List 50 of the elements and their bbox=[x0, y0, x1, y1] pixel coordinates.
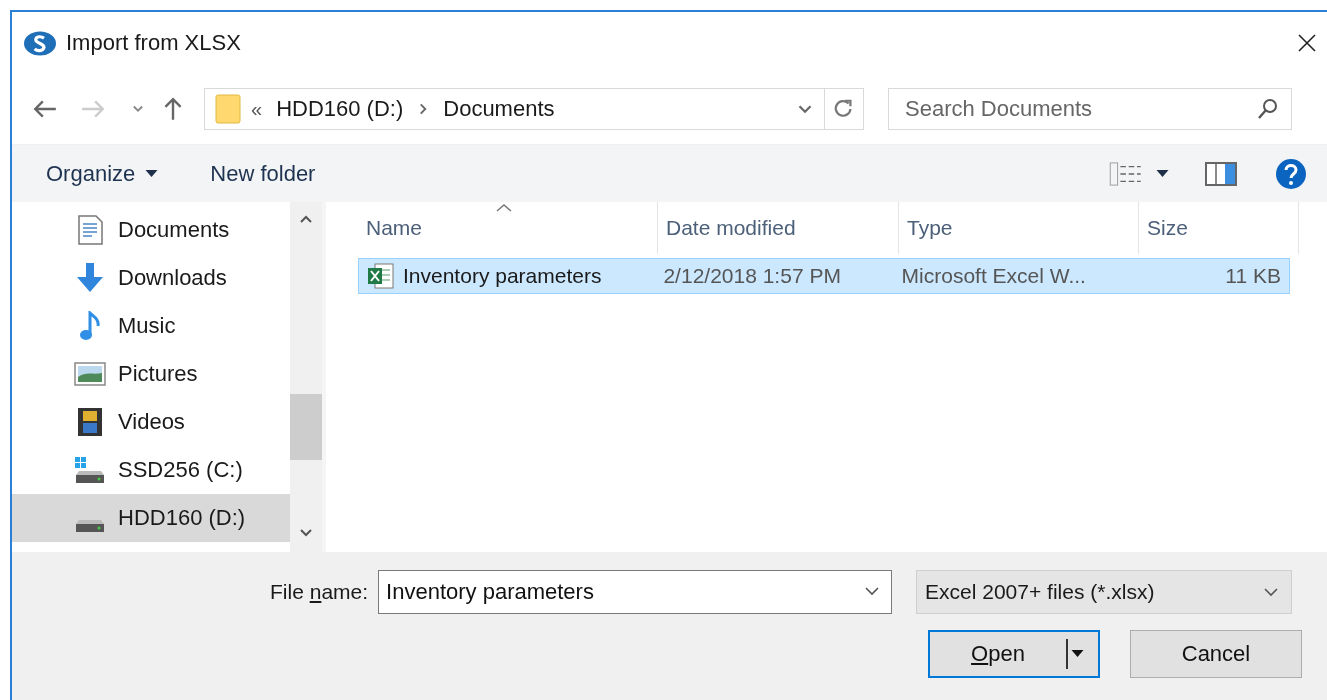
breadcrumb[interactable]: HDD160 (D:) bbox=[276, 96, 404, 122]
column-header[interactable]: Date modified bbox=[658, 202, 899, 254]
sidebar-item[interactable]: Pictures bbox=[12, 350, 290, 398]
search-icon[interactable] bbox=[1256, 97, 1280, 121]
sort-caret-icon bbox=[496, 204, 512, 212]
file-type-dropdown[interactable]: Excel 2007+ files (*.xlsx) bbox=[916, 570, 1293, 614]
breadcrumb[interactable]: Documents bbox=[443, 96, 555, 122]
date-cell-text: 2/12/2018 1:57 PM bbox=[662, 264, 842, 288]
overflow-chevron[interactable]: « bbox=[251, 97, 263, 121]
file-name-label: File name: bbox=[270, 580, 369, 604]
scroll-down-icon[interactable] bbox=[299, 528, 313, 538]
sidebar-item[interactable]: Documents bbox=[12, 206, 290, 254]
type-cell-text: Microsoft Excel W... bbox=[900, 264, 1087, 288]
column-header[interactable]: Type bbox=[899, 202, 1139, 254]
sidebar-item[interactable]: Music bbox=[12, 302, 290, 350]
drive-icon bbox=[74, 455, 106, 485]
cancel-button[interactable]: Cancel bbox=[1130, 630, 1302, 678]
scrollbar[interactable] bbox=[290, 202, 322, 552]
spreadsheet-icon bbox=[367, 262, 395, 290]
organize-menu-button[interactable]: Organize bbox=[36, 152, 169, 195]
down-arrow-icon bbox=[74, 263, 106, 293]
close-icon[interactable] bbox=[1297, 33, 1317, 53]
file-row[interactable]: Inventory parameters 2/12/2018 1:57 PM Microsoft Excel W... 11 KB bbox=[358, 258, 1290, 294]
file-name-field[interactable]: Inventory parameters bbox=[378, 570, 893, 614]
column-header[interactable]: Size bbox=[1139, 202, 1299, 254]
app-logo-icon bbox=[24, 29, 56, 57]
sidebar-item[interactable]: Downloads bbox=[12, 254, 290, 302]
open-button[interactable]: Open bbox=[928, 630, 1100, 678]
help-icon[interactable] bbox=[1275, 157, 1307, 190]
sidebar-item[interactable]: SSD256 (C:) bbox=[12, 446, 290, 494]
caret-icon[interactable] bbox=[1071, 650, 1084, 658]
caret-icon[interactable] bbox=[1156, 169, 1169, 178]
scroll-up-icon[interactable] bbox=[299, 214, 313, 224]
caret-icon bbox=[145, 169, 159, 178]
new-folder-button[interactable]: New folder bbox=[200, 152, 326, 195]
picture-icon bbox=[74, 359, 106, 389]
address-bar[interactable]: « HDD160 (D:) Documents bbox=[204, 88, 864, 130]
refresh-icon bbox=[833, 98, 855, 120]
preview-pane-icon[interactable] bbox=[1205, 161, 1237, 186]
scrollbar-thumb[interactable] bbox=[290, 394, 322, 460]
file-name: Inventory parameters bbox=[403, 264, 602, 288]
drive-icon bbox=[74, 519, 106, 533]
sidebar-item[interactable]: HDD160 (D:) bbox=[12, 494, 290, 542]
sidebar-item[interactable]: Videos bbox=[12, 398, 290, 446]
details-view-icon[interactable] bbox=[1108, 161, 1142, 186]
folder-icon bbox=[215, 94, 241, 124]
size-cell-text: 11 KB bbox=[1224, 264, 1282, 288]
column-header[interactable]: Name bbox=[358, 202, 658, 254]
window-title: Import from XLSX bbox=[66, 30, 241, 56]
search-field[interactable]: Search Documents bbox=[888, 88, 1292, 130]
